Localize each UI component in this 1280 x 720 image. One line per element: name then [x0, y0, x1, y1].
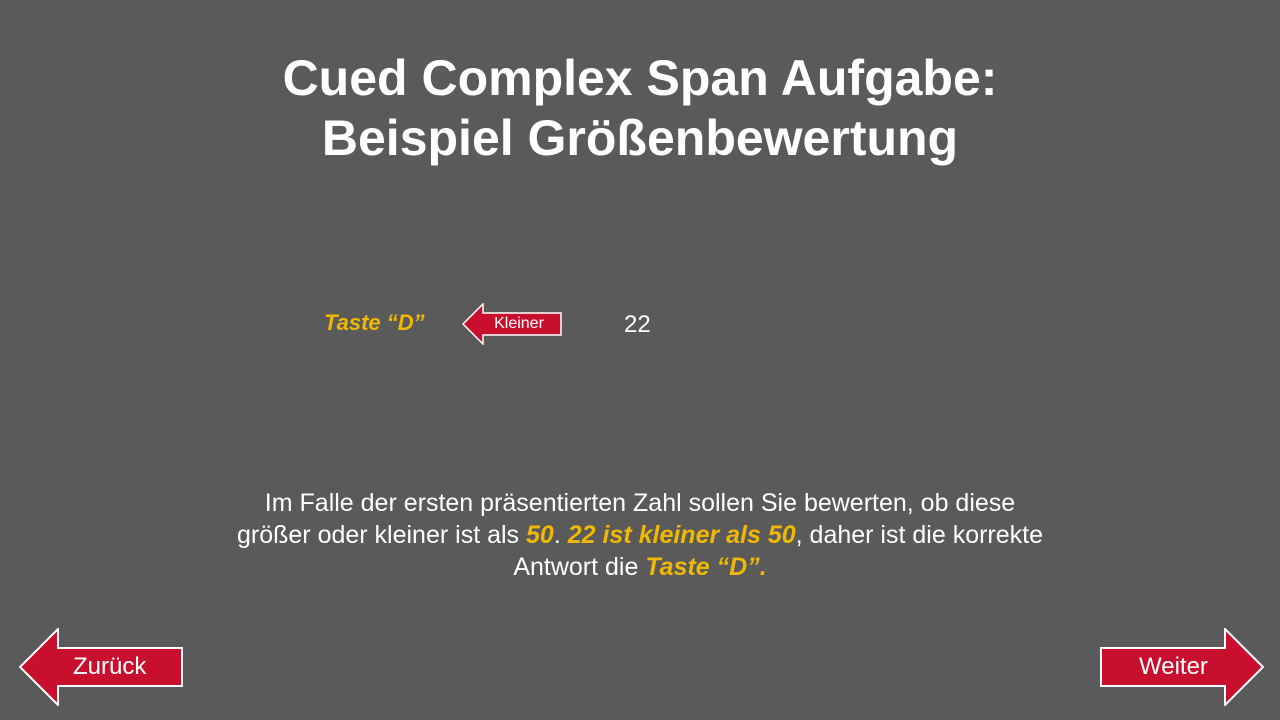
instruction-text-segment: . — [553, 521, 568, 549]
title-line-1: Cued Complex Span Aufgabe: — [282, 50, 998, 106]
back-button[interactable]: Zurück — [19, 628, 183, 706]
reference-number-highlight: 50 — [526, 521, 554, 549]
instruction-text-segment: . — [759, 553, 767, 581]
next-button-label: Weiter — [1139, 653, 1208, 680]
smaller-arrow-indicator: Kleiner — [462, 303, 562, 345]
stimulus-number: 22 — [624, 311, 651, 338]
instruction-line-1: Im Falle der ersten präsentierten Zahl s… — [264, 489, 1016, 517]
title-line-2: Beispiel Größenbewertung — [321, 110, 959, 166]
page-title: Cued Complex Span Aufgabe: Beispiel Größ… — [0, 48, 1280, 168]
instruction-text: Im Falle der ersten präsentierten Zahl s… — [0, 487, 1280, 583]
instruction-text-segment: Antwort die — [513, 553, 646, 581]
smaller-arrow-label: Kleiner — [494, 315, 544, 332]
comparison-highlight: 22 ist kleiner als 50 — [567, 521, 796, 549]
instruction-line-2: größer oder kleiner ist als 50. 22 ist k… — [0, 519, 1280, 551]
back-button-label: Zurück — [73, 653, 147, 680]
instruction-text-segment: , daher ist die korrekte — [795, 521, 1043, 549]
instruction-line-3: Antwort die Taste “D”. — [0, 551, 1280, 583]
key-hint-label: Taste “D” — [324, 310, 425, 335]
instruction-text-segment: größer oder kleiner ist als — [236, 521, 526, 549]
key-highlight: Taste “D” — [645, 553, 760, 581]
next-button[interactable]: Weiter — [1100, 628, 1264, 706]
slide: Cued Complex Span Aufgabe: Beispiel Größ… — [0, 0, 1280, 720]
